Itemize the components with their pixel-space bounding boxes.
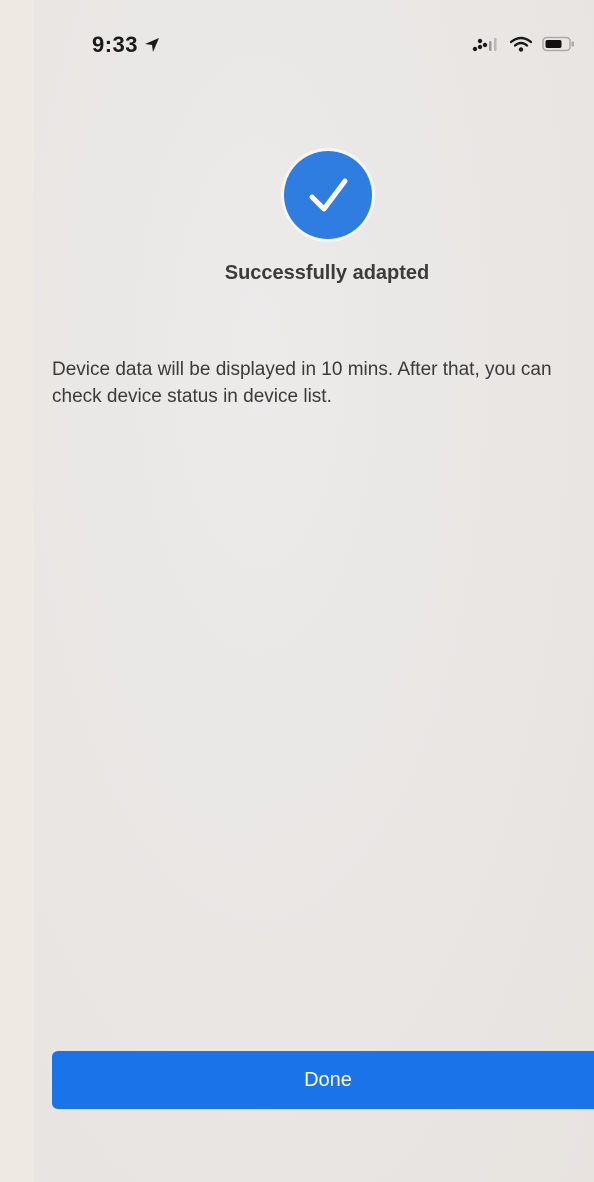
status-time-group: 9:33 bbox=[92, 32, 160, 58]
status-time: 9:33 bbox=[92, 32, 139, 57]
done-button[interactable]: Done bbox=[52, 1051, 594, 1109]
wifi-icon bbox=[509, 36, 533, 52]
success-message: Device data will be displayed in 10 mins… bbox=[52, 359, 552, 407]
success-title: Successfully adapted bbox=[224, 262, 430, 284]
status-indicators bbox=[472, 36, 576, 52]
done-button-label: Done bbox=[304, 1069, 352, 1091]
location-arrow-icon bbox=[144, 37, 160, 53]
checkmark-circle-icon bbox=[281, 147, 377, 243]
status-bar: 9:33 bbox=[34, 28, 594, 68]
cellular-signal-icon bbox=[472, 36, 500, 52]
battery-icon bbox=[542, 36, 576, 52]
